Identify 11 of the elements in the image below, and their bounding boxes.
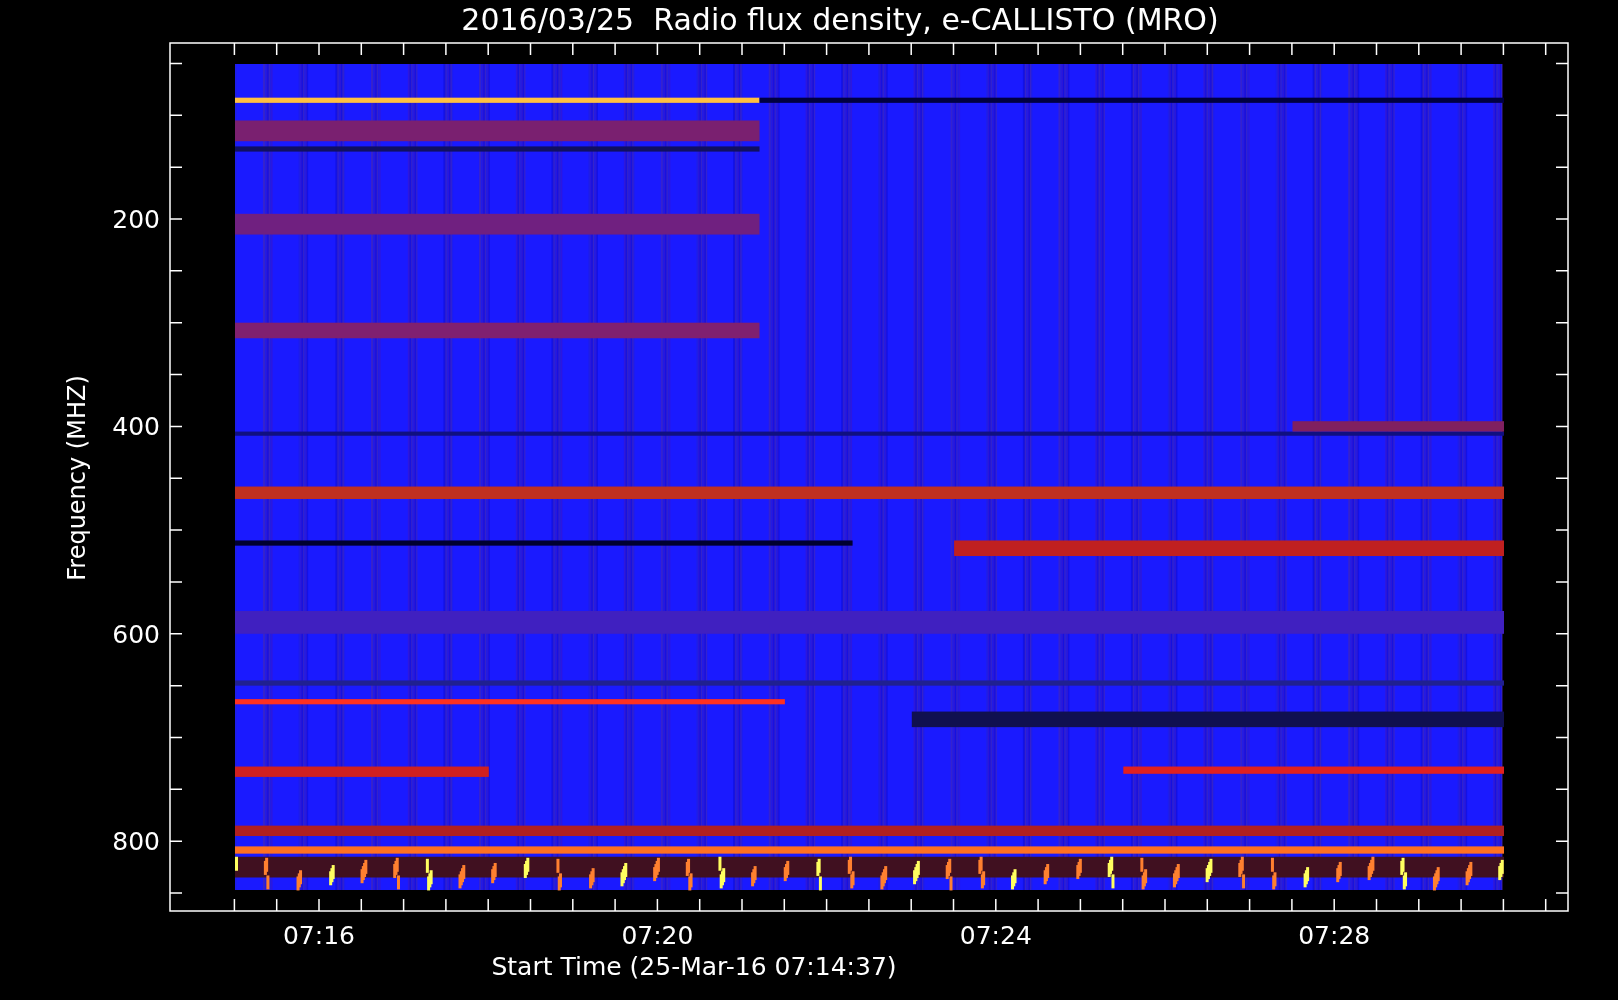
chart-title: 2016/03/25 Radio flux density, e-CALLISTO (MRO) xyxy=(461,2,1219,37)
tick-label: 07:28 xyxy=(1298,921,1371,950)
tick-label: 07:16 xyxy=(283,921,355,950)
tick-label: 07:24 xyxy=(959,921,1032,950)
tick-label: 800 xyxy=(112,827,160,857)
tick-label: 07:20 xyxy=(621,921,694,950)
axis-label: Frequency (MHZ) xyxy=(63,375,91,581)
axis-label: Start Time (25-Mar-16 07:14:37) xyxy=(491,952,897,981)
tick-label: 600 xyxy=(112,619,160,649)
tick-label: 400 xyxy=(112,412,160,442)
tick-label: 200 xyxy=(112,205,160,234)
